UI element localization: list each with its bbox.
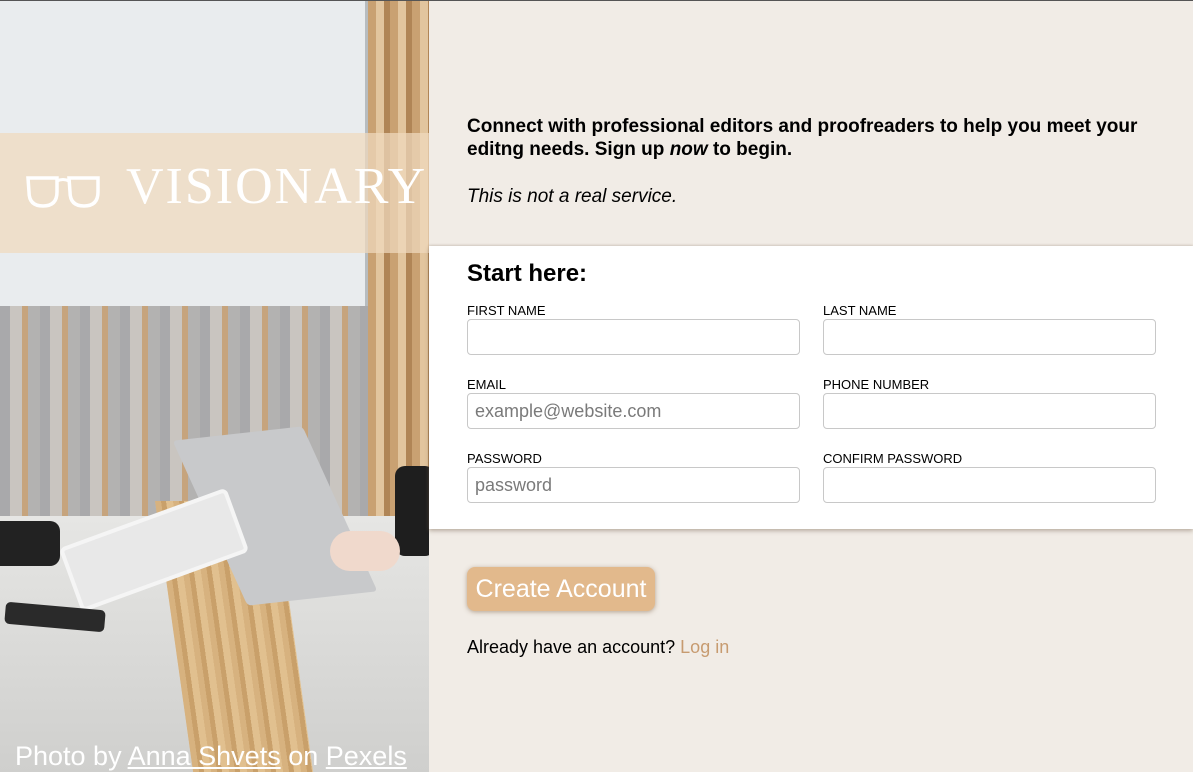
first-name-group: FIRST NAME (467, 303, 800, 355)
confirm-password-input[interactable] (823, 467, 1156, 503)
phone-label: PHONE NUMBER (823, 377, 930, 392)
create-account-button[interactable]: Create Account (467, 567, 655, 611)
intro-text: Connect with professional editors and pr… (467, 115, 1157, 161)
credit-site-link[interactable]: Pexels (326, 741, 407, 771)
photo-arm-left (0, 521, 60, 566)
login-link[interactable]: Log in (680, 637, 729, 657)
form-title: Start here: (467, 260, 588, 287)
photo-wood-panel (368, 1, 429, 526)
logo-banner: VISIONARY (0, 133, 429, 253)
photo-credit: Photo by Anna Shvets on Pexels (15, 741, 407, 772)
hero-photo: VISIONARY Photo by Anna Shvets on Pexels (0, 1, 429, 772)
password-input[interactable] (467, 467, 800, 503)
credit-middle: on (288, 741, 319, 771)
last-name-label: LAST NAME (823, 303, 897, 318)
last-name-input[interactable] (823, 319, 1156, 355)
password-label: PASSWORD (467, 451, 542, 466)
password-group: PASSWORD (467, 451, 800, 503)
email-label: EMAIL (467, 377, 507, 392)
login-prompt-text: Already have an account? (467, 637, 676, 657)
first-name-input[interactable] (467, 319, 800, 355)
login-prompt: Already have an account? Log in (467, 637, 729, 658)
confirm-password-group: CONFIRM PASSWORD (823, 451, 1156, 503)
phone-input[interactable] (823, 393, 1156, 429)
email-input[interactable] (467, 393, 800, 429)
credit-prefix: Photo by (15, 741, 122, 771)
intro-text-emphasis: now (669, 139, 708, 160)
signup-form: Start here: FIRST NAME LAST NAME EMAIL P… (429, 246, 1193, 529)
email-group: EMAIL (467, 377, 800, 429)
brand-name: VISIONARY (126, 158, 428, 215)
disclaimer: This is not a real service. (467, 186, 678, 207)
confirm-password-label: CONFIRM PASSWORD (823, 451, 963, 466)
last-name-group: LAST NAME (823, 303, 1156, 355)
first-name-label: FIRST NAME (467, 303, 546, 318)
glasses-icon (26, 176, 100, 208)
phone-group: PHONE NUMBER (823, 377, 1156, 429)
intro-text-before: Connect with professional editors and pr… (467, 116, 1138, 160)
photo-arm-right (395, 466, 429, 556)
intro-text-after: to begin. (707, 139, 793, 160)
intro-section: Connect with professional editors and pr… (467, 115, 1157, 208)
photo-hand-right (330, 531, 400, 571)
credit-author-link[interactable]: Anna Shvets (128, 741, 281, 771)
